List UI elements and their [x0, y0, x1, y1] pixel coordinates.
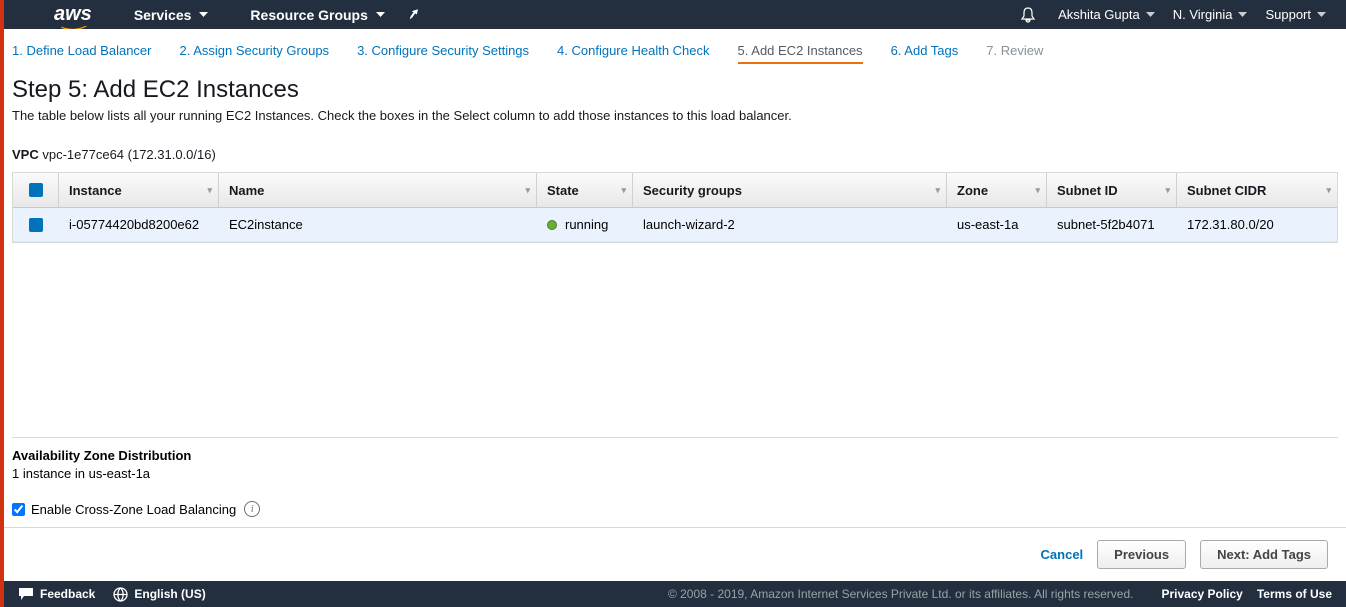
notifications-icon[interactable]: [1020, 7, 1036, 23]
row-zone: us-east-1a: [947, 208, 1047, 241]
footer: Feedback English (US) © 2008 - 2019, Ama…: [4, 581, 1346, 607]
col-subnet-label: Subnet ID: [1057, 183, 1118, 198]
region-label: N. Virginia: [1173, 7, 1233, 22]
user-menu[interactable]: Akshita Gupta: [1058, 7, 1155, 22]
az-heading: Availability Zone Distribution: [12, 448, 191, 463]
col-sg-label: Security groups: [643, 183, 742, 198]
sort-icon[interactable]: ▾: [525, 185, 530, 196]
table-header: Instance▾ Name▾ State▾ Security groups▾ …: [13, 173, 1337, 208]
aws-logo-text: aws: [54, 3, 92, 25]
sort-icon[interactable]: ▾: [621, 185, 626, 196]
topbar: aws Services Resource Groups Akshita Gup…: [4, 0, 1346, 29]
sort-icon[interactable]: ▾: [1165, 185, 1170, 196]
step-add-ec2[interactable]: 5. Add EC2 Instances: [738, 43, 863, 64]
row-select-cell[interactable]: [13, 208, 59, 241]
row-subnet: subnet-5f2b4071: [1047, 208, 1177, 241]
row-instance: i-05774420bd8200e62: [59, 208, 219, 241]
services-menu[interactable]: Services: [134, 7, 209, 23]
vpc-label: VPC: [12, 147, 39, 162]
row-sg: launch-wizard-2: [633, 208, 947, 241]
language-label: English (US): [134, 587, 205, 601]
vpc-info: VPC vpc-1e77ce64 (172.31.0.0/16): [12, 147, 1346, 162]
support-menu[interactable]: Support: [1265, 7, 1326, 22]
step-config-security[interactable]: 3. Configure Security Settings: [357, 43, 529, 64]
state-running-icon: [547, 220, 557, 230]
sort-icon[interactable]: ▾: [1035, 185, 1040, 196]
next-button[interactable]: Next: Add Tags: [1200, 540, 1328, 569]
col-name-label: Name: [229, 183, 264, 198]
col-sg[interactable]: Security groups ▾: [633, 173, 947, 207]
col-state-label: State: [547, 183, 579, 198]
select-all-cell[interactable]: [13, 173, 59, 207]
instances-table: Instance▾ Name▾ State▾ Security groups▾ …: [12, 172, 1338, 243]
cancel-button[interactable]: Cancel: [1041, 547, 1084, 562]
caret-down-icon: [1317, 12, 1326, 18]
step-add-tags[interactable]: 6. Add Tags: [891, 43, 959, 64]
resource-groups-menu[interactable]: Resource Groups: [250, 7, 384, 23]
wizard-steps: 1. Define Load Balancer 2. Assign Securi…: [4, 29, 1346, 72]
col-state[interactable]: State ▾: [537, 173, 633, 207]
feedback-link[interactable]: Feedback: [18, 587, 95, 601]
previous-button[interactable]: Previous: [1097, 540, 1186, 569]
step-assign-sg[interactable]: 2. Assign Security Groups: [179, 43, 329, 64]
caret-down-icon: [376, 12, 385, 18]
page-title: Step 5: Add EC2 Instances: [12, 76, 1338, 104]
resource-groups-label: Resource Groups: [250, 7, 367, 23]
row-name: EC2instance: [219, 208, 537, 241]
support-label: Support: [1265, 7, 1311, 22]
col-cidr[interactable]: Subnet CIDR ▾: [1177, 173, 1337, 207]
col-subnet[interactable]: Subnet ID ▾: [1047, 173, 1177, 207]
vpc-value: vpc-1e77ce64 (172.31.0.0/16): [42, 147, 215, 162]
col-zone-label: Zone: [957, 183, 988, 198]
cross-zone-label: Enable Cross-Zone Load Balancing: [31, 502, 236, 517]
col-cidr-label: Subnet CIDR: [1187, 183, 1266, 198]
row-state-text: running: [565, 217, 608, 232]
page-header: Step 5: Add EC2 Instances The table belo…: [4, 72, 1346, 139]
sort-icon[interactable]: ▾: [207, 185, 212, 196]
select-all-checkbox[interactable]: [29, 183, 43, 197]
pin-icon[interactable]: [407, 8, 421, 22]
az-text: 1 instance in us-east-1a: [12, 466, 1338, 481]
button-row: Cancel Previous Next: Add Tags: [4, 527, 1346, 581]
sort-icon[interactable]: ▾: [1326, 185, 1331, 196]
speech-bubble-icon: [18, 587, 34, 601]
page-desc: The table below lists all your running E…: [12, 108, 1338, 123]
globe-icon: [113, 587, 128, 602]
table-row[interactable]: i-05774420bd8200e62 EC2instance running …: [13, 208, 1337, 242]
language-selector[interactable]: English (US): [113, 587, 205, 602]
caret-down-icon: [1238, 12, 1247, 18]
col-instance-label: Instance: [69, 183, 122, 198]
topbar-right: Akshita Gupta N. Virginia Support: [1002, 7, 1326, 23]
left-accent-bar: [0, 0, 4, 607]
feedback-label: Feedback: [40, 587, 95, 601]
terms-link[interactable]: Terms of Use: [1257, 587, 1332, 601]
cross-zone-checkbox[interactable]: [12, 503, 25, 516]
caret-down-icon: [199, 12, 208, 18]
services-label: Services: [134, 7, 192, 23]
row-checkbox[interactable]: [29, 218, 43, 232]
cross-zone-row: Enable Cross-Zone Load Balancing i: [4, 491, 1346, 527]
footer-left: Feedback English (US): [18, 587, 206, 602]
step-health-check[interactable]: 4. Configure Health Check: [557, 43, 709, 64]
spacer: [4, 243, 1346, 437]
sort-icon[interactable]: ▾: [935, 185, 940, 196]
step-define-lb[interactable]: 1. Define Load Balancer: [12, 43, 151, 64]
user-label: Akshita Gupta: [1058, 7, 1140, 22]
col-zone[interactable]: Zone ▾: [947, 173, 1047, 207]
privacy-link[interactable]: Privacy Policy: [1161, 587, 1242, 601]
step-review: 7. Review: [986, 43, 1043, 64]
az-distribution: Availability Zone Distribution 1 instanc…: [4, 438, 1346, 491]
col-instance[interactable]: Instance ▾: [59, 173, 219, 207]
copyright: © 2008 - 2019, Amazon Internet Services …: [668, 587, 1134, 601]
row-cidr: 172.31.80.0/20: [1177, 208, 1337, 241]
row-state: running: [537, 208, 633, 241]
main: 1. Define Load Balancer 2. Assign Securi…: [4, 29, 1346, 581]
aws-logo[interactable]: aws: [54, 3, 92, 26]
col-name[interactable]: Name ▾: [219, 173, 537, 207]
caret-down-icon: [1146, 12, 1155, 18]
info-icon[interactable]: i: [244, 501, 260, 517]
region-menu[interactable]: N. Virginia: [1173, 7, 1248, 22]
